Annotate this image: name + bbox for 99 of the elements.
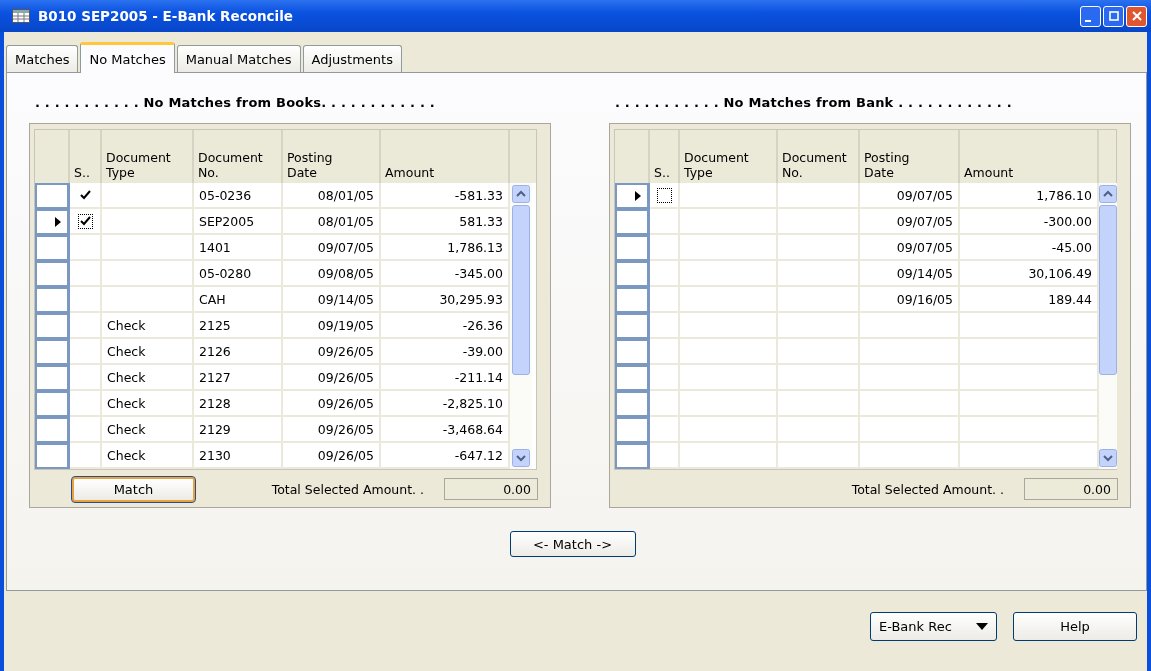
current-row-icon xyxy=(635,191,641,201)
table-cell: Check xyxy=(102,391,194,417)
column-header[interactable]: Document Type xyxy=(680,130,778,183)
table-cell: SEP2005 xyxy=(194,209,283,235)
section-heading: . . . . . . . . . . . No Matches from Bank . . . . . . . . . . . . xyxy=(615,95,1013,110)
table-cell xyxy=(650,313,680,339)
help-button[interactable]: Help xyxy=(1013,612,1137,641)
minimize-button[interactable] xyxy=(1080,5,1101,27)
close-icon xyxy=(1131,11,1142,21)
checkbox[interactable] xyxy=(77,213,93,229)
checkbox[interactable] xyxy=(656,187,672,203)
table-cell: 2130 xyxy=(194,443,283,469)
table-cell: 09/19/05 xyxy=(283,313,381,339)
table-cell xyxy=(70,339,102,365)
section-heading: . . . . . . . . . . . No Matches from Books. . . . . . . . . . . . xyxy=(35,95,436,110)
table-cell: 08/01/05 xyxy=(283,183,381,209)
scroll-thumb[interactable] xyxy=(512,205,530,375)
column-header[interactable]: S.. xyxy=(70,130,102,183)
scroll-down-icon[interactable] xyxy=(512,449,530,467)
table-cell xyxy=(650,365,680,391)
table-cell xyxy=(70,391,102,417)
total-label: Total Selected Amount. . xyxy=(271,481,424,497)
table-cell: 09/26/05 xyxy=(283,339,381,365)
column-header[interactable]: Posting Date xyxy=(283,130,381,183)
table-cell: Check xyxy=(102,339,194,365)
table-cell: 08/01/05 xyxy=(283,209,381,235)
scroll-down-icon[interactable] xyxy=(1099,449,1117,467)
row-selector[interactable] xyxy=(35,209,70,235)
table-cell: 09/26/05 xyxy=(283,443,381,469)
table-cell: 2127 xyxy=(194,365,283,391)
table-cell: Check xyxy=(102,365,194,391)
table-cell: 09/16/05 xyxy=(860,287,960,313)
match-both-button[interactable]: <- Match -> xyxy=(509,531,636,557)
tab[interactable]: Matches xyxy=(6,45,79,72)
tab[interactable]: Manual Matches xyxy=(176,45,301,72)
tab[interactable]: Adjustments xyxy=(302,45,402,72)
menu-dropdown-button[interactable]: E-Bank Rec xyxy=(870,612,997,641)
table-cell: Check xyxy=(102,443,194,469)
scroll-up-icon[interactable] xyxy=(512,185,530,203)
table-cell: CAH xyxy=(194,287,283,313)
table-cell: 1401 xyxy=(194,235,283,261)
column-header[interactable]: Amount xyxy=(960,130,1099,183)
column-header[interactable]: S.. xyxy=(650,130,680,183)
column-header[interactable]: Posting Date xyxy=(860,130,960,183)
table-cell xyxy=(650,443,680,469)
table-cell xyxy=(650,417,680,443)
table-cell: 2128 xyxy=(194,391,283,417)
vertical-scrollbar[interactable] xyxy=(510,183,532,469)
minimize-icon xyxy=(1085,19,1091,22)
total-label: Total Selected Amount. . xyxy=(851,481,1004,497)
column-header[interactable]: Document Type xyxy=(102,130,194,183)
table-cell xyxy=(650,261,680,287)
table-cell xyxy=(650,235,680,261)
vertical-scrollbar[interactable] xyxy=(1099,183,1117,469)
current-row-icon xyxy=(55,217,61,227)
table-cell xyxy=(650,339,680,365)
column-header[interactable]: Document No. xyxy=(778,130,860,183)
table-cell: 09/26/05 xyxy=(283,417,381,443)
table-cell: 05-0236 xyxy=(194,183,283,209)
table-icon xyxy=(12,9,30,23)
table-cell xyxy=(650,391,680,417)
table-cell: 09/07/05 xyxy=(860,183,960,209)
close-button[interactable] xyxy=(1126,5,1147,27)
column-header[interactable]: Amount xyxy=(381,130,510,183)
table-cell xyxy=(70,443,102,469)
table-cell: 2126 xyxy=(194,339,283,365)
table-cell: 09/07/05 xyxy=(860,235,960,261)
column-header[interactable]: Document No. xyxy=(194,130,283,183)
caret-icon xyxy=(976,623,988,630)
table-cell xyxy=(70,287,102,313)
table-cell: 2129 xyxy=(194,417,283,443)
scroll-thumb[interactable] xyxy=(1099,205,1117,375)
table-cell: 05-0280 xyxy=(194,261,283,287)
total-amount-field: 0.00 xyxy=(444,478,538,500)
table-cell: Check xyxy=(102,417,194,443)
window-title: B010 SEP2005 - E-Bank Reconcile xyxy=(38,8,294,24)
table-cell: 09/07/05 xyxy=(860,209,960,235)
table-cell xyxy=(70,365,102,391)
table-cell xyxy=(650,287,680,313)
table-cell: 09/08/05 xyxy=(283,261,381,287)
table-cell: 2125 xyxy=(194,313,283,339)
tab[interactable]: No Matches xyxy=(80,42,175,73)
total-amount-field: 0.00 xyxy=(1024,478,1118,500)
table-cell xyxy=(70,313,102,339)
row-selector[interactable] xyxy=(615,183,650,209)
table-cell: 09/07/05 xyxy=(283,235,381,261)
table-cell: Check xyxy=(102,313,194,339)
table-cell xyxy=(70,261,102,287)
match-button[interactable]: Match xyxy=(72,476,195,502)
table-cell xyxy=(70,417,102,443)
maximize-icon xyxy=(1108,11,1119,21)
table-cell: 09/26/05 xyxy=(283,391,381,417)
table-cell: 09/14/05 xyxy=(283,287,381,313)
maximize-button[interactable] xyxy=(1103,5,1124,27)
table-cell: 09/26/05 xyxy=(283,365,381,391)
table-cell: 09/14/05 xyxy=(860,261,960,287)
scroll-up-icon[interactable] xyxy=(1099,185,1117,203)
check-icon xyxy=(79,216,91,226)
check-icon xyxy=(79,190,91,200)
